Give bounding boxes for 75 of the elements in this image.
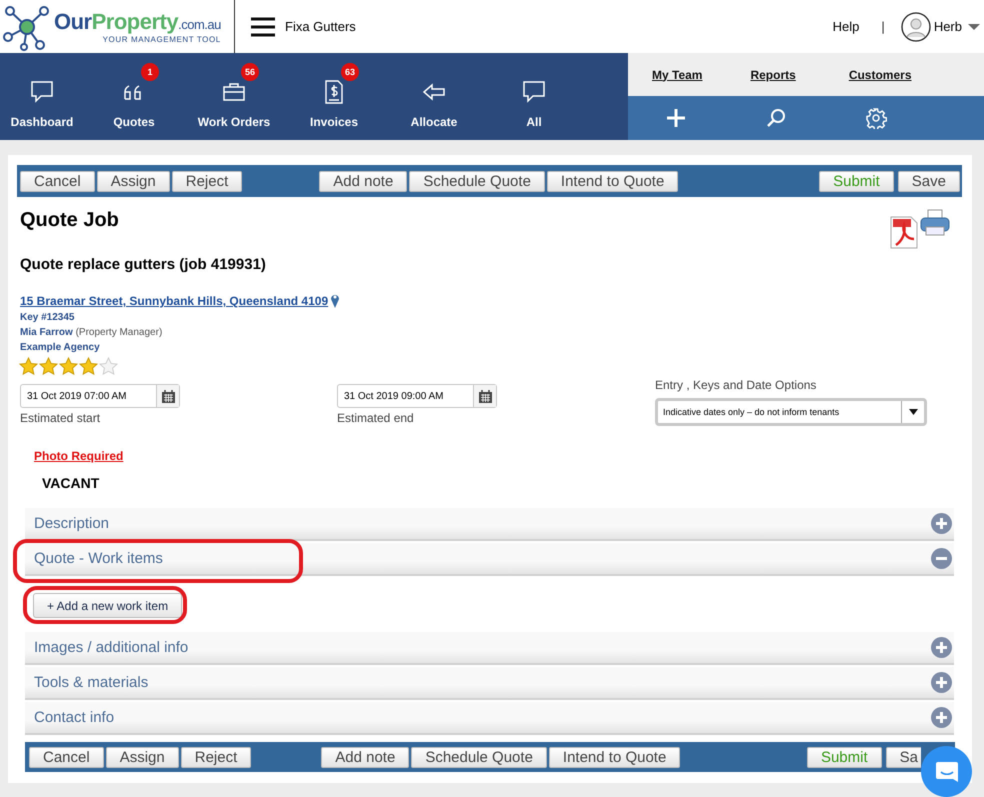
accordion-header[interactable]: Contact info	[25, 702, 954, 735]
toolbar-button[interactable]: Add note	[319, 170, 408, 192]
toolbar-button[interactable]: Schedule Quote	[411, 746, 547, 768]
occupancy-status: VACANT	[42, 475, 100, 491]
add-work-item-button[interactable]: + Add a new work item	[33, 593, 182, 618]
filled-star-icon	[39, 357, 58, 376]
add-icon[interactable]	[665, 107, 687, 129]
toolbar-button[interactable]: Cancel	[29, 746, 104, 768]
toolbar-button[interactable]: Intend to Quote	[548, 746, 680, 768]
date-field[interactable]: 31 Oct 2019 07:00 AM	[20, 384, 180, 408]
job-subtitle: Quote replace gutters (job 419931)	[20, 256, 267, 273]
manager-role: (Property Manager)	[76, 327, 162, 338]
search-icon[interactable]	[765, 107, 787, 129]
nav-link[interactable]: Reports	[750, 68, 796, 82]
count-badge: 63	[341, 62, 359, 80]
address-link[interactable]: 15 Braemar Street, Sunnybank Hills, Queensland 4109	[20, 294, 328, 308]
map-pin-icon[interactable]	[330, 292, 340, 308]
settings-icon[interactable]	[865, 107, 887, 129]
nav-item[interactable]: Dashboard	[0, 53, 84, 140]
separator: |	[881, 19, 885, 34]
accordion-header[interactable]: Tools & materials	[25, 667, 954, 700]
filled-star-icon	[79, 357, 98, 376]
accordion-header[interactable]: Quote - Work items	[25, 543, 954, 576]
toolbar-button[interactable]: Intend to Quote	[546, 170, 678, 192]
date-field[interactable]: 31 Oct 2019 09:00 AM	[337, 384, 497, 408]
nav-item[interactable]: All	[484, 53, 584, 140]
toolbar-button[interactable]: Reject	[172, 170, 242, 192]
accordion-header[interactable]: Description	[25, 508, 954, 541]
calendar-icon[interactable]	[478, 390, 492, 402]
avatar-icon[interactable]	[900, 12, 931, 42]
toolbar-button[interactable]: Assign	[96, 170, 170, 192]
expand-icon[interactable]	[931, 637, 952, 658]
caret-icon[interactable]	[908, 409, 918, 415]
expand-icon[interactable]	[931, 707, 952, 728]
key-number: Key #12345	[20, 312, 76, 323]
nav-link[interactable]: My Team	[652, 68, 702, 82]
speech-bubble-icon	[521, 78, 547, 104]
chat-icon[interactable]	[934, 760, 958, 782]
calendar-icon[interactable]	[162, 390, 174, 402]
count-badge: 56	[241, 62, 259, 80]
user-name[interactable]: Herb	[934, 19, 962, 34]
page-title: Quote Job	[20, 209, 119, 233]
field-label: Estimated end	[337, 411, 415, 425]
menu-icon[interactable]	[251, 16, 275, 36]
entry-options-dropdown[interactable]: Indicative dates only – do not inform tenants	[655, 398, 927, 426]
collapse-icon[interactable]	[931, 548, 952, 569]
photo-required-link[interactable]: Photo Required	[34, 449, 124, 463]
field-label: Entry , Keys and Date Options	[655, 378, 818, 392]
agency-name: Example Agency	[20, 342, 101, 353]
nav-item[interactable]: 56 Work Orders	[184, 53, 284, 140]
toolbar-button[interactable]: Add note	[321, 746, 410, 768]
expand-icon[interactable]	[931, 513, 952, 534]
field-label: Estimated start	[20, 411, 102, 425]
brand-tagline: YOUR MANAGEMENT TOOL	[102, 35, 221, 44]
nav-link[interactable]: Customers	[848, 68, 912, 82]
filled-star-icon	[19, 357, 38, 376]
toolbar-button[interactable]: Sa	[886, 746, 921, 768]
toolbar-button[interactable]: Save	[898, 170, 960, 192]
brand-name: OurProperty.com.au	[54, 9, 221, 35]
toolbar-button[interactable]: Schedule Quote	[409, 170, 545, 192]
business-name: Fixa Gutters	[285, 19, 356, 34]
help-link[interactable]: Help	[832, 19, 860, 34]
nav-item[interactable]: Allocate	[384, 53, 484, 140]
speech-bubble-icon	[29, 78, 55, 104]
count-badge: 1	[141, 62, 159, 80]
toolbar-button[interactable]: Reject	[180, 746, 252, 768]
expand-icon[interactable]	[931, 672, 952, 693]
accordion-header[interactable]: Images / additional info	[25, 632, 954, 665]
manager-name: Mia Farrow	[20, 327, 73, 338]
nav-item[interactable]: 1 Quotes	[84, 53, 184, 140]
printer-icon[interactable]	[920, 209, 950, 237]
filled-star-icon	[59, 357, 78, 376]
toolbar-button[interactable]: Cancel	[20, 170, 95, 192]
nav-item[interactable]: 63 Invoices	[284, 53, 384, 140]
toolbar-button[interactable]: Assign	[106, 746, 179, 768]
